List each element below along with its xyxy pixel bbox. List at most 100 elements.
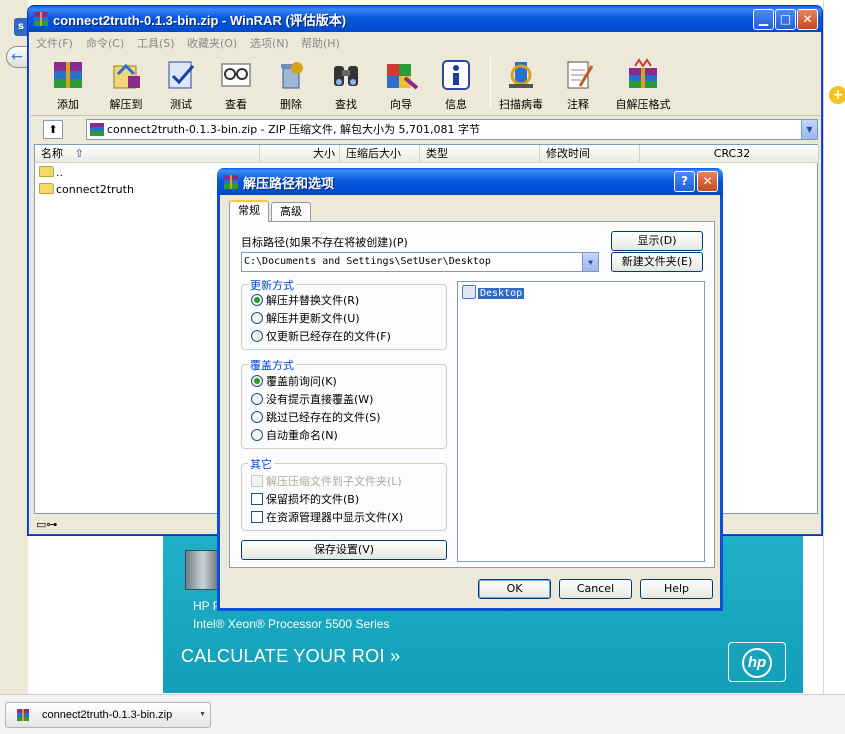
column-name[interactable]: 名称 ⇧ — [35, 145, 260, 163]
radio-label: 解压并替换文件(R) — [266, 294, 360, 307]
delete-button[interactable]: 删除 — [263, 54, 319, 112]
ok-button[interactable]: OK — [478, 579, 551, 599]
extract-to-button[interactable]: 解压到 — [98, 54, 154, 112]
dialog-title-bar[interactable]: 解压路径和选项 ? ✕ — [217, 168, 723, 195]
checkbox-show-in-explorer[interactable]: 在资源管理器中显示文件(X) — [251, 511, 403, 526]
archive-path-text: connect2truth-0.1.3-bin.zip - ZIP 压缩文件, … — [107, 123, 481, 136]
radio-fresh-existing[interactable]: 仅更新已经存在的文件(F) — [251, 330, 391, 345]
tree-item-label: Desktop — [478, 288, 525, 299]
list-item[interactable]: connect2truth — [39, 182, 134, 198]
chevron-down-icon[interactable]: ▼ — [801, 120, 817, 139]
menu-file[interactable]: 文件(F) — [36, 35, 73, 51]
maximize-button[interactable]: □ — [775, 9, 796, 30]
menu-help[interactable]: 帮助(H) — [301, 35, 340, 51]
virus-scan-button[interactable]: 扫描病毒 — [493, 54, 549, 112]
radio-extract-replace[interactable]: 解压并替换文件(R) — [251, 294, 359, 309]
radio-icon — [251, 429, 263, 441]
add-button[interactable]: 添加 — [40, 54, 96, 112]
column-crc32[interactable]: CRC32 — [640, 145, 819, 163]
help-button[interactable]: Help — [640, 579, 713, 599]
tree-item-desktop[interactable]: Desktop — [462, 285, 525, 301]
add-icon[interactable]: + — [829, 86, 845, 104]
zip-icon — [90, 123, 104, 136]
list-item[interactable]: .. — [39, 165, 63, 181]
chevron-down-icon[interactable]: ▼ — [199, 703, 206, 727]
save-settings-button[interactable]: 保存设置(V) — [241, 540, 447, 560]
browser-right-edge — [823, 0, 845, 700]
dest-path-combo[interactable]: C:\Documents and Settings\SetUser\Deskto… — [241, 252, 599, 272]
radio-icon — [251, 330, 263, 342]
checkbox-icon — [251, 511, 263, 523]
wizard-button[interactable]: 向导 — [373, 54, 429, 112]
menu-tools[interactable]: 工具(S) — [137, 35, 175, 51]
info-label: 信息 — [445, 98, 467, 111]
winrar-icon — [17, 709, 29, 721]
test-button[interactable]: 测试 — [153, 54, 209, 112]
sfx-button[interactable]: 自解压格式 — [611, 54, 675, 112]
help-icon[interactable]: ? — [674, 171, 695, 192]
add-label: 添加 — [57, 98, 79, 111]
archive-path-combo[interactable]: connect2truth-0.1.3-bin.zip - ZIP 压缩文件, … — [86, 119, 818, 140]
find-button[interactable]: 查找 — [318, 54, 374, 112]
dialog-close-button[interactable]: ✕ — [697, 171, 718, 192]
minimize-button[interactable]: ▁ — [753, 9, 774, 30]
folder-icon — [39, 183, 54, 194]
close-button[interactable]: ✕ — [797, 9, 818, 30]
desktop-icon — [462, 285, 476, 299]
radio-extract-update[interactable]: 解压并更新文件(U) — [251, 312, 360, 327]
browser-left-edge — [0, 0, 28, 700]
view-button[interactable]: 查看 — [208, 54, 264, 112]
radio-selected-icon — [251, 294, 263, 306]
folder-tree[interactable]: Desktop — [457, 281, 705, 562]
radio-ask-before[interactable]: 覆盖前询问(K) — [251, 375, 337, 390]
browser-tab-fragment[interactable]: s — [14, 18, 28, 36]
radio-label: 自动重命名(N) — [266, 429, 338, 442]
show-button[interactable]: 显示(D) — [611, 231, 703, 251]
menu-favorites[interactable]: 收藏夹(O) — [187, 35, 237, 51]
radio-skip-existing[interactable]: 跳过已经存在的文件(S) — [251, 411, 381, 426]
overwrite-mode-title: 覆盖方式 — [248, 357, 296, 373]
radio-icon — [251, 312, 263, 324]
taskbar-item-label: connect2truth-0.1.3-bin.zip — [42, 709, 173, 721]
up-folder-button[interactable]: ⬆ — [43, 120, 63, 139]
checkbox-label: 保留损坏的文件(B) — [266, 493, 360, 506]
extract-icon — [113, 63, 140, 89]
menu-bar: 文件(F) 命令(C) 工具(S) 收藏夹(O) 选项(N) 帮助(H) — [28, 32, 822, 52]
radio-auto-rename[interactable]: 自动重命名(N) — [251, 429, 338, 444]
arrow-up-icon: ⬆ — [48, 123, 58, 136]
checkbox-keep-broken[interactable]: 保留损坏的文件(B) — [251, 493, 359, 508]
menu-commands[interactable]: 命令(C) — [86, 35, 124, 51]
hp-logo-text: hp — [742, 648, 772, 678]
radio-icon — [251, 393, 263, 405]
tab-general[interactable]: 常规 — [229, 200, 269, 222]
column-type[interactable]: 类型 — [420, 145, 540, 163]
test-label: 测试 — [170, 98, 192, 111]
extract-to-label: 解压到 — [109, 98, 143, 111]
info-button[interactable]: 信息 — [428, 54, 484, 112]
title-bar[interactable]: connect2truth-0.1.3-bin.zip - WinRAR (评估… — [28, 6, 822, 32]
column-modified[interactable]: 修改时间 — [540, 145, 640, 163]
delete-icon — [281, 62, 303, 89]
comment-button[interactable]: 注释 — [550, 54, 606, 112]
chevron-down-icon[interactable]: ▼ — [582, 253, 598, 271]
dest-path-value: C:\Documents and Settings\SetUser\Deskto… — [244, 256, 491, 267]
checkbox-label: 在资源管理器中显示文件(X) — [266, 511, 404, 524]
cancel-button[interactable]: Cancel — [559, 579, 632, 599]
other-options-group: 其它 解压压缩文件到子文件夹(L) 保留损坏的文件(B) 在资源管理器中显示文件… — [241, 456, 447, 531]
radio-overwrite-silent[interactable]: 没有提示直接覆盖(W) — [251, 393, 373, 408]
radio-selected-icon — [251, 375, 263, 387]
menu-options[interactable]: 选项(N) — [250, 35, 289, 51]
column-packed[interactable]: 压缩后大小 — [340, 145, 420, 163]
overwrite-mode-group: 覆盖方式 覆盖前询问(K) 没有提示直接覆盖(W) 跳过已经存在的文件(S) 自… — [241, 357, 447, 449]
update-mode-group: 更新方式 解压并替换文件(R) 解压并更新文件(U) 仅更新已经存在的文件(F) — [241, 277, 447, 350]
browser-back-icon[interactable]: ← — [6, 46, 28, 68]
other-options-title: 其它 — [248, 456, 274, 472]
ad-cta-link[interactable]: CALCULATE YOUR ROI » — [181, 646, 400, 667]
new-folder-button[interactable]: 新建文件夹(E) — [611, 252, 703, 272]
column-size[interactable]: 大小 — [260, 145, 340, 163]
drive-key-icon[interactable]: ▭⊶ — [36, 518, 57, 531]
comment-label: 注释 — [567, 98, 589, 111]
taskbar-item-winrar[interactable]: connect2truth-0.1.3-bin.zip ▼ — [5, 702, 211, 728]
tab-advanced[interactable]: 高级 — [271, 202, 311, 222]
list-item-label: connect2truth — [56, 183, 134, 196]
